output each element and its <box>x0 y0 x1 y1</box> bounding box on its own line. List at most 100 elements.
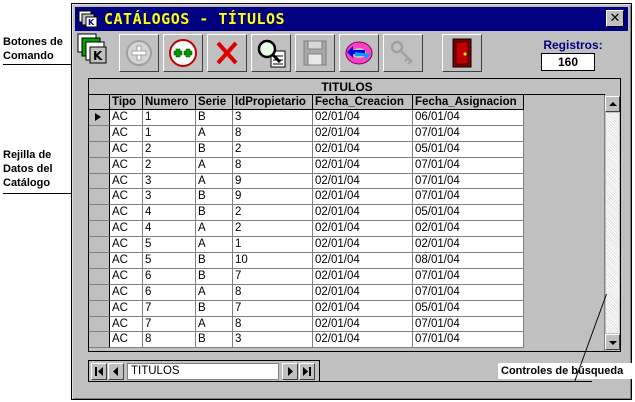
table-cell[interactable]: B <box>196 205 233 222</box>
table-row[interactable]: AC 3 B 9 02/01/04 07/01/04 <box>89 189 605 206</box>
row-selector[interactable] <box>89 173 110 190</box>
column-header[interactable]: IdPropietario <box>233 95 313 110</box>
table-cell[interactable]: 6 <box>143 284 196 301</box>
row-selector[interactable] <box>89 268 110 285</box>
table-cell[interactable]: 08/01/04 <box>413 253 524 269</box>
close-button[interactable]: ✕ <box>606 10 624 27</box>
previous-record-button[interactable] <box>108 363 124 380</box>
table-row[interactable]: AC 3 A 9 02/01/04 07/01/04 <box>89 173 605 190</box>
titles-data-grid[interactable]: TITULOS Tipo Numero Serie IdPropietario … <box>88 78 621 352</box>
table-row[interactable]: AC 7 B 7 02/01/04 05/01/04 <box>89 300 605 317</box>
next-record-button[interactable] <box>282 363 298 380</box>
table-cell[interactable]: B <box>196 141 233 158</box>
table-row[interactable]: AC 6 B 7 02/01/04 07/01/04 <box>89 268 605 285</box>
table-cell[interactable]: B <box>196 332 233 349</box>
row-selector[interactable] <box>89 221 110 238</box>
table-cell[interactable]: 4 <box>143 205 196 222</box>
table-cell[interactable]: 05/01/04 <box>413 205 524 222</box>
table-cell[interactable]: 7 <box>233 300 313 317</box>
table-cell[interactable]: 02/01/04 <box>313 300 413 317</box>
table-cell[interactable]: A <box>196 157 233 174</box>
table-row[interactable]: AC 4 A 2 02/01/04 02/01/04 <box>89 221 605 238</box>
table-cell[interactable]: 07/01/04 <box>413 316 524 333</box>
table-row[interactable]: AC 2 A 8 02/01/04 07/01/04 <box>89 157 605 174</box>
table-cell[interactable]: 07/01/04 <box>413 332 524 349</box>
table-cell[interactable]: 2 <box>143 141 196 158</box>
table-cell[interactable]: 05/01/04 <box>413 141 524 158</box>
table-cell[interactable]: 8 <box>143 332 196 349</box>
row-selector[interactable] <box>89 284 110 301</box>
table-cell[interactable]: 02/01/04 <box>313 157 413 174</box>
table-row[interactable]: AC 5 A 1 02/01/04 02/01/04 <box>89 237 605 254</box>
row-selector[interactable] <box>89 141 110 158</box>
table-cell[interactable]: 07/01/04 <box>413 268 524 285</box>
table-cell[interactable]: 3 <box>143 189 196 206</box>
row-selector[interactable] <box>89 205 110 222</box>
table-cell[interactable]: 7 <box>143 300 196 317</box>
search-button[interactable] <box>251 34 291 72</box>
row-selector[interactable] <box>89 253 110 269</box>
table-cell[interactable]: AC <box>110 316 143 333</box>
column-header[interactable]: Tipo <box>110 95 143 110</box>
table-cell[interactable]: 7 <box>143 316 196 333</box>
scroll-track[interactable] <box>606 113 619 333</box>
row-selector[interactable] <box>89 157 110 174</box>
table-cell[interactable]: 02/01/04 <box>413 237 524 254</box>
column-header[interactable]: Fecha_Asignacion <box>413 95 524 110</box>
table-cell[interactable]: AC <box>110 221 143 238</box>
table-cell[interactable]: 02/01/04 <box>313 110 413 126</box>
table-cell[interactable]: AC <box>110 284 143 301</box>
table-cell[interactable]: A <box>196 221 233 238</box>
table-cell[interactable]: 05/01/04 <box>413 300 524 317</box>
table-cell[interactable]: B <box>196 110 233 126</box>
table-cell[interactable]: 8 <box>233 157 313 174</box>
table-cell[interactable]: AC <box>110 300 143 317</box>
table-cell[interactable]: AC <box>110 125 143 142</box>
row-selector[interactable] <box>89 300 110 317</box>
table-cell[interactable]: A <box>196 316 233 333</box>
delete-button[interactable] <box>207 34 247 72</box>
table-cell[interactable]: 02/01/04 <box>313 284 413 301</box>
table-cell[interactable]: 1 <box>143 110 196 126</box>
table-cell[interactable]: 2 <box>233 221 313 238</box>
table-row[interactable]: AC 4 B 2 02/01/04 05/01/04 <box>89 205 605 222</box>
table-cell[interactable]: 1 <box>143 125 196 142</box>
table-cell[interactable]: 02/01/04 <box>313 316 413 333</box>
table-cell[interactable]: 02/01/04 <box>313 189 413 206</box>
table-cell[interactable]: 2 <box>143 157 196 174</box>
table-row[interactable]: AC 1 B 3 02/01/04 06/01/04 <box>89 110 605 126</box>
table-cell[interactable]: AC <box>110 253 143 269</box>
row-selector[interactable] <box>89 332 110 349</box>
table-cell[interactable]: AC <box>110 332 143 349</box>
table-cell[interactable]: 2 <box>233 205 313 222</box>
add-button[interactable] <box>119 34 159 72</box>
scroll-down-button[interactable] <box>605 334 620 350</box>
table-cell[interactable]: 07/01/04 <box>413 284 524 301</box>
table-cell[interactable]: 07/01/04 <box>413 173 524 190</box>
table-cell[interactable]: 02/01/04 <box>313 332 413 349</box>
table-cell[interactable]: 02/01/04 <box>313 268 413 285</box>
table-cell[interactable]: 9 <box>233 189 313 206</box>
table-cell[interactable]: 02/01/04 <box>313 221 413 238</box>
last-record-button[interactable] <box>299 363 315 380</box>
table-cell[interactable]: 6 <box>143 268 196 285</box>
scroll-up-button[interactable] <box>605 96 620 112</box>
table-cell[interactable]: 1 <box>233 237 313 254</box>
table-cell[interactable]: 4 <box>143 221 196 238</box>
add-multiple-button[interactable] <box>163 34 203 72</box>
first-record-button[interactable] <box>91 363 107 380</box>
table-cell[interactable]: 3 <box>233 332 313 349</box>
table-cell[interactable]: AC <box>110 205 143 222</box>
table-cell[interactable]: A <box>196 173 233 190</box>
table-cell[interactable]: 02/01/04 <box>313 253 413 269</box>
row-selector[interactable] <box>89 189 110 206</box>
table-cell[interactable]: B <box>196 300 233 317</box>
table-cell[interactable]: 02/01/04 <box>313 205 413 222</box>
table-cell[interactable]: B <box>196 268 233 285</box>
vertical-scrollbar[interactable] <box>604 95 620 351</box>
table-cell[interactable]: 7 <box>233 268 313 285</box>
refresh-button[interactable] <box>339 34 379 72</box>
row-selector[interactable] <box>89 316 110 333</box>
table-cell[interactable]: A <box>196 284 233 301</box>
table-cell[interactable]: 8 <box>233 316 313 333</box>
